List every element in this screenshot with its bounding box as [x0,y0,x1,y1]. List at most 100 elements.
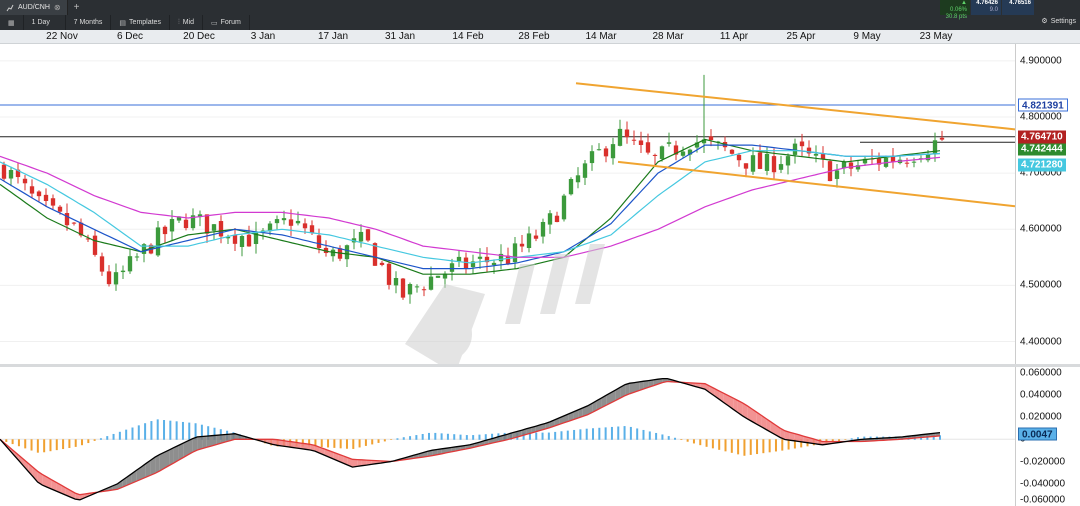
candle[interactable] [43,188,49,207]
moving-average-mid[interactable] [0,144,941,270]
macd-pane[interactable] [0,367,1015,506]
candle[interactable] [512,236,518,270]
candle[interactable] [743,163,749,178]
candle[interactable] [190,208,196,231]
candle[interactable] [596,143,602,151]
candle[interactable] [92,230,98,257]
price-chart[interactable] [0,44,1015,364]
candle[interactable] [379,260,385,267]
channel-lower-line[interactable] [617,160,1015,208]
tab-aud-cnh[interactable]: AUD/CNH ⊗ [0,0,68,15]
candle[interactable] [22,174,28,191]
candle[interactable] [400,277,406,300]
candle[interactable] [162,225,168,244]
candle[interactable] [582,160,588,186]
candle[interactable] [344,244,350,268]
candle[interactable] [351,229,357,250]
candle[interactable] [533,229,539,242]
candle[interactable] [15,162,21,184]
candle[interactable] [29,179,35,199]
candle[interactable] [519,234,525,253]
candle[interactable] [666,132,672,147]
candle[interactable] [323,240,329,257]
candle[interactable] [99,252,105,276]
candle[interactable] [904,157,910,168]
candle[interactable] [890,148,896,169]
candle[interactable] [862,155,868,166]
moving-average-longest[interactable] [0,155,941,258]
candle[interactable] [540,218,546,244]
add-tab-icon[interactable]: + [68,2,86,13]
candle[interactable] [449,258,455,281]
layout-button[interactable]: ▦ [0,15,24,30]
candle[interactable] [197,210,203,227]
candle[interactable] [183,213,189,231]
candle[interactable] [428,266,434,291]
candle[interactable] [729,149,735,155]
settings-button[interactable]: ⚙ Settings [1041,17,1076,26]
candle[interactable] [421,286,427,297]
candle[interactable] [484,247,490,273]
price-chart-pane[interactable] [0,44,1015,374]
candle[interactable] [757,144,763,170]
channel-upper-line[interactable] [575,82,1015,131]
candle[interactable] [561,193,567,222]
range-select[interactable]: 7 Months [66,15,112,30]
candle[interactable] [624,121,630,144]
bid-price-button[interactable]: 4.76426 9.0 [971,0,1001,15]
candle[interactable] [253,221,259,254]
candle[interactable] [736,152,742,167]
candle[interactable] [638,131,644,153]
moving-average-short[interactable] [0,138,941,275]
candle[interactable] [435,275,441,278]
candle[interactable] [708,129,714,147]
candle[interactable] [806,140,812,157]
forum-button[interactable]: ▭ Forum [203,15,250,30]
candle[interactable] [939,130,945,141]
candle[interactable] [813,145,819,163]
price-axis[interactable]: 4.900000 4.800000 4.700000 4.600000 4.500000… [1015,44,1080,364]
candle[interactable] [554,211,560,223]
candle[interactable] [358,224,364,248]
candle[interactable] [575,167,581,189]
interval-select[interactable]: 1 Day [24,15,66,30]
candle[interactable] [113,263,119,291]
candle[interactable] [330,246,336,262]
candle[interactable] [470,254,476,274]
candle[interactable] [785,153,791,175]
macd-axis[interactable]: 0.0600000.0400000.0200000-0.020000-0.040… [1015,367,1080,506]
candle[interactable] [911,157,917,168]
candle[interactable] [71,222,77,226]
candle[interactable] [764,147,770,176]
candle[interactable] [701,74,707,154]
candle[interactable] [526,226,532,253]
close-icon[interactable]: ⊗ [54,3,61,12]
candle[interactable] [169,210,175,241]
candle[interactable] [274,215,280,230]
price-type-button[interactable]: ⫶ Mid [170,15,203,30]
candle[interactable] [673,140,679,161]
candle[interactable] [477,248,483,269]
templates-button[interactable]: ▤ Templates [111,15,170,30]
candle[interactable] [239,234,245,257]
candle[interactable] [547,210,553,234]
candle[interactable] [778,155,784,174]
moving-average-long[interactable] [0,150,941,264]
candle[interactable] [155,221,161,257]
candle[interactable] [603,146,609,163]
candle[interactable] [610,137,616,165]
candle[interactable] [568,177,574,196]
candle[interactable] [127,249,133,274]
candle[interactable] [876,152,882,172]
candle[interactable] [393,271,399,294]
candle[interactable] [50,194,56,209]
candle[interactable] [820,146,826,168]
candle[interactable] [120,265,126,280]
candle[interactable] [204,214,210,243]
candle[interactable] [680,146,686,159]
candle[interactable] [617,119,623,147]
candle[interactable] [834,164,840,188]
ask-price-button[interactable]: 4.76516 [1002,0,1034,15]
candle[interactable] [365,228,371,242]
candle[interactable] [456,250,462,268]
